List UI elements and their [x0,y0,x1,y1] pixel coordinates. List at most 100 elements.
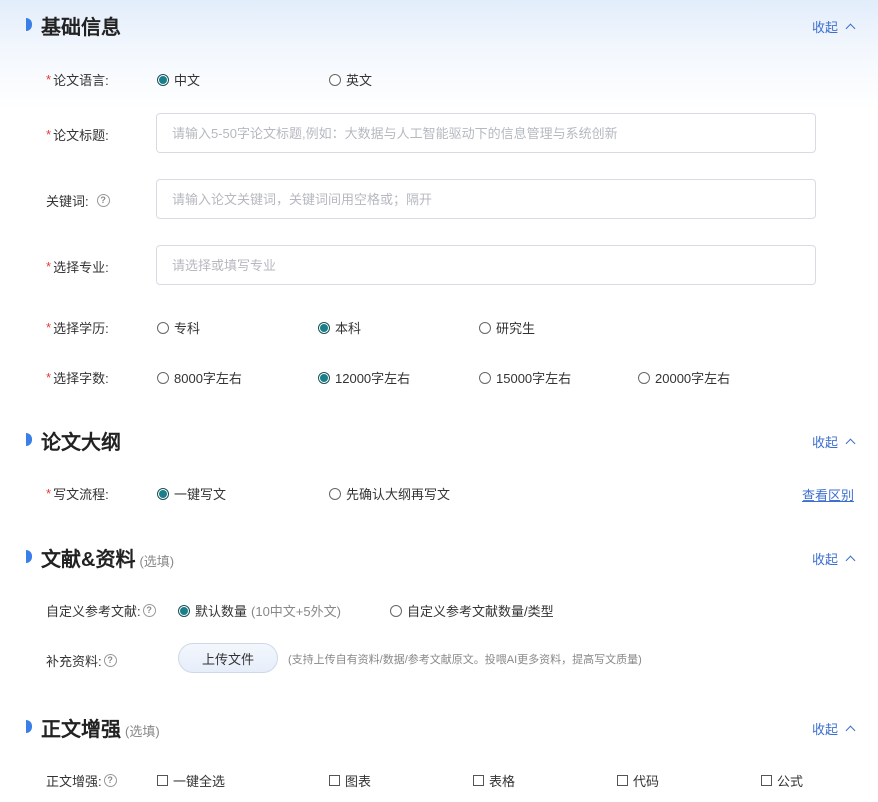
section-body-note: (选填) [125,724,160,739]
required-mark: * [46,259,52,274]
radio-icon [479,371,491,384]
enhance-option-select-all[interactable]: 一键全选 [157,771,225,790]
checkbox-icon [157,775,168,786]
checkbox-icon [761,775,772,786]
refs-option-custom[interactable]: 自定义参考文献数量/类型 [390,601,554,620]
section-basic-title: 基础信息 [41,17,121,39]
major-label-text: 选择专业: [53,260,109,275]
collapse-body-button[interactable]: 收起 [811,719,856,738]
option-label: 表格 [489,774,516,789]
section-outline-title: 论文大纲 [41,432,121,454]
required-mark: * [46,127,52,142]
required-mark: * [46,486,52,501]
radio-icon [157,321,169,334]
checkbox-icon [473,775,484,786]
collapse-outline-button[interactable]: 收起 [811,432,856,451]
chevron-up-icon [845,438,856,449]
section-body-title: 正文增强 (选填) [41,713,160,742]
option-label: 研究生 [496,321,536,336]
custom-refs-label-text: 自定义参考文献: [46,604,141,619]
refs-default-hint: (10中文+5外文) [251,604,341,619]
flow-option-one-click[interactable]: 一键写文 [157,484,226,503]
collapse-body-label: 收起 [811,722,838,737]
help-icon[interactable]: ? [103,774,117,787]
language-label-text: 论文语言: [53,73,109,88]
enhance-option-charts[interactable]: 图表 [329,771,371,790]
radio-icon [638,371,650,384]
word-count-label-text: 选择字数: [53,371,109,386]
degree-option-graduate[interactable]: 研究生 [479,318,535,337]
radio-checked-icon [318,321,330,334]
option-label: 一键写文 [174,487,227,502]
option-label: 15000字左右 [496,371,572,386]
chevron-up-icon [845,23,856,34]
option-label: 图表 [345,774,372,789]
section-marker-icon [26,550,32,563]
view-difference-link[interactable]: 查看区别 [802,485,854,504]
option-label: 专科 [174,321,201,336]
required-mark: * [46,370,52,385]
enhance-label: 正文增强: ? [46,771,117,790]
option-label: 中文 [174,73,201,88]
degree-label-text: 选择学历: [53,321,109,336]
paper-title-input[interactable] [156,113,816,153]
upload-hint-text: (支持上传自有资料/数据/参考文献原文。投喂AI更多资料，提高写文质量) [288,654,642,666]
option-label: 20000字左右 [655,371,731,386]
help-icon[interactable]: ? [103,654,117,667]
language-option-chinese[interactable]: 中文 [157,70,200,89]
major-input[interactable] [156,245,816,285]
enhance-option-formula[interactable]: 公式 [761,771,803,790]
section-body-title-text: 正文增强 [41,719,121,741]
word-count-option-12000[interactable]: 12000字左右 [318,368,410,387]
section-marker-icon [26,720,32,733]
section-basic-header: 基础信息 收起 [0,10,878,40]
section-refs-title-text: 文献&资料 [41,549,136,571]
required-mark: * [46,72,52,87]
keywords-label-text: 关键词: [46,194,89,209]
degree-option-bachelor[interactable]: 本科 [318,318,361,337]
section-refs-header: 文献&资料 (选填) 收起 [0,542,878,572]
upload-file-button[interactable]: 上传文件 [178,643,278,673]
paper-title-label: * 论文标题: [46,125,109,144]
flow-label-text: 写文流程: [53,487,109,502]
option-label: 公式 [777,774,804,789]
paper-title-label-text: 论文标题: [53,128,109,143]
word-count-option-15000[interactable]: 15000字左右 [479,368,571,387]
section-outline-header: 论文大纲 收起 [0,425,878,455]
option-label: 自定义参考文献数量/类型 [407,604,554,619]
collapse-basic-button[interactable]: 收起 [812,17,856,36]
radio-checked-icon [157,487,169,500]
enhance-option-tables[interactable]: 表格 [473,771,515,790]
major-label: * 选择专业: [46,257,109,276]
enhance-option-code[interactable]: 代码 [617,771,659,790]
radio-icon [479,321,491,334]
radio-checked-icon [157,73,169,86]
option-label: 英文 [346,73,373,88]
radio-checked-icon [178,604,190,617]
section-refs-title: 文献&资料 (选填) [41,543,174,572]
collapse-refs-label: 收起 [811,552,838,567]
custom-refs-label: 自定义参考文献: ? [46,601,156,620]
supplement-label-text: 补充资料: [46,654,102,669]
word-count-option-8000[interactable]: 8000字左右 [157,368,242,387]
radio-icon [157,371,169,384]
section-marker-icon [26,433,32,446]
refs-option-default[interactable]: 默认数量 (10中文+5外文) [178,601,341,620]
collapse-outline-label: 收起 [811,435,838,450]
option-label: 8000字左右 [174,371,242,386]
degree-option-associate[interactable]: 专科 [157,318,200,337]
collapse-refs-button[interactable]: 收起 [811,549,856,568]
section-marker-icon [26,18,32,31]
help-icon[interactable]: ? [142,604,156,617]
radio-checked-icon [318,371,330,384]
flow-option-outline-first[interactable]: 先确认大纲再写文 [329,484,450,503]
keywords-input[interactable] [156,179,816,219]
checkbox-icon [329,775,340,786]
radio-icon [329,73,341,86]
option-label: 默认数量 [195,604,248,619]
help-icon[interactable]: ? [96,194,110,207]
language-option-english[interactable]: 英文 [329,70,372,89]
word-count-option-20000[interactable]: 20000字左右 [638,368,730,387]
option-label: 一键全选 [173,774,226,789]
word-count-label: * 选择字数: [46,368,109,387]
